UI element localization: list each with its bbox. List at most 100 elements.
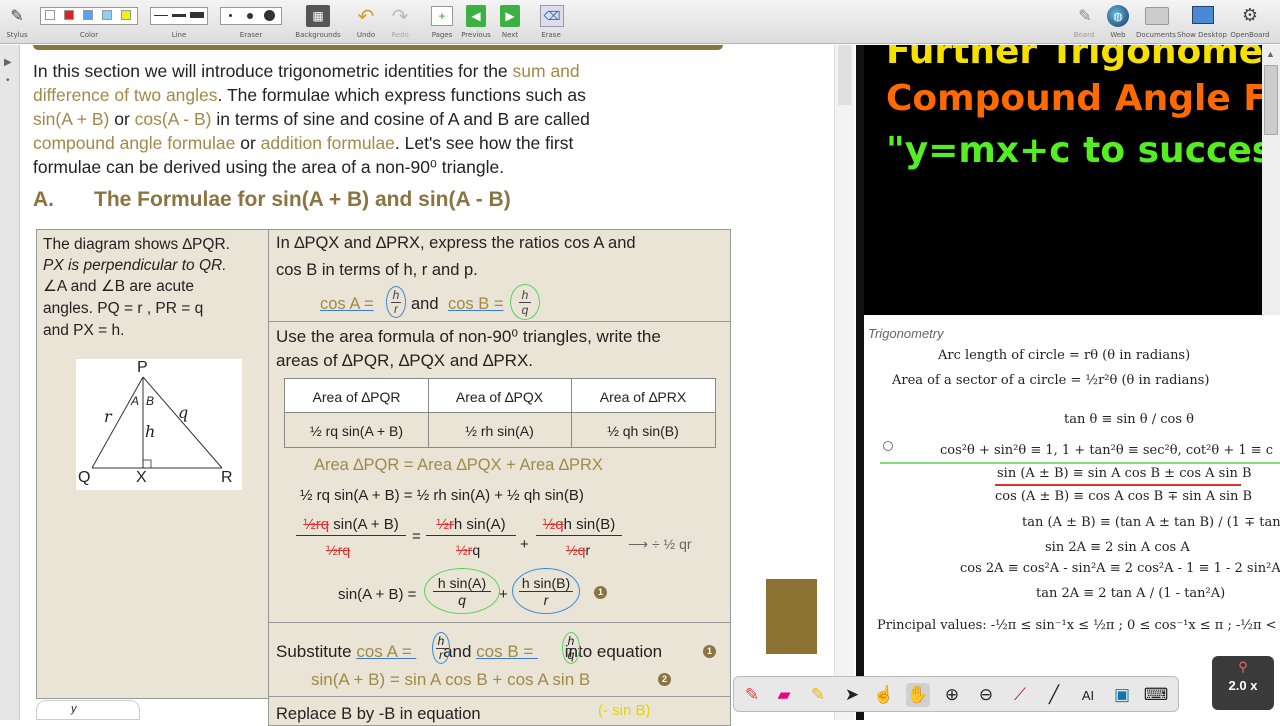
handwritten-minus-sin-b: (- sin B) xyxy=(598,702,651,719)
top-rule xyxy=(33,45,723,50)
line-thick-button[interactable] xyxy=(190,12,204,18)
question-3-line-1: Substitute cos A = and cos B = into equa… xyxy=(276,642,663,661)
zoom-indicator[interactable]: ⚲ 2.0 x xyxy=(1212,656,1274,710)
intro-line-4: compound angle formulae or addition form… xyxy=(33,133,574,153)
line-medium-button[interactable] xyxy=(172,14,186,17)
info-line-4: angles. PQ = r , PR = q xyxy=(43,300,204,317)
q3-frac-h-r: hr xyxy=(432,632,450,664)
intro-line-1: In this section we will introduce trigon… xyxy=(33,61,580,81)
zoom-in-icon[interactable]: ⊕ xyxy=(940,683,964,707)
top-toolbar: ✎ Stylus Color Line Eraser ▦ Backgrounds… xyxy=(0,0,1280,44)
area-table-value-pqr: ½ rq sin(A + B) xyxy=(310,423,403,439)
line-tool-icon[interactable]: ╱ xyxy=(1042,683,1066,707)
zoom-magnifier-icon: ⚲ xyxy=(1238,659,1248,674)
question-2-line-2: areas of ∆PQR, ∆PQX and ∆PRX. xyxy=(276,351,534,370)
capture-icon[interactable]: ▣ xyxy=(1110,683,1134,707)
backgrounds-icon[interactable]: ▦ xyxy=(306,5,330,27)
color-lightblue-swatch[interactable] xyxy=(102,10,112,20)
formula-cos-double: cos 2A ≡ cos²A - sin²A ≡ 2 cos²A - 1 ≡ 1… xyxy=(960,561,1280,576)
next-page-icon[interactable]: ▶ xyxy=(500,5,520,27)
red-underline xyxy=(995,484,1241,486)
answer-cos-a: cos A = xyxy=(320,295,374,313)
expand-arrow-icon[interactable]: ▶ xyxy=(4,57,12,68)
eq4-term-2: h sin(B) r xyxy=(512,568,580,614)
board-icon[interactable]: ✎ xyxy=(1074,5,1096,27)
green-highlight-line xyxy=(880,462,1280,464)
graph-y-label: y xyxy=(71,703,77,715)
question-1-line-2: cos B in terms of h, r and p. xyxy=(276,261,478,279)
laser-pointer-icon[interactable]: ☝ xyxy=(872,683,896,707)
vertex-label-p: P xyxy=(137,359,148,376)
question-2-line-1: Use the area formula of non-90⁰ triangle… xyxy=(276,327,661,346)
q3-den-r: r xyxy=(439,648,443,662)
previous-page-icon[interactable]: ◀ xyxy=(466,5,486,27)
openboard-gear-icon[interactable]: ⚙ xyxy=(1239,4,1261,26)
stylus-label: Stylus xyxy=(6,31,28,39)
answer-and: and xyxy=(411,295,439,313)
eq3-equals: = xyxy=(412,528,421,545)
color-blue-swatch[interactable] xyxy=(83,10,93,20)
angle-label-a: A xyxy=(131,394,140,408)
area-equation-expanded: ½ rq sin(A + B) = ½ rh sin(A) + ½ qh sin… xyxy=(300,487,584,504)
eq3-plus: + xyxy=(520,536,529,553)
slide-scrollbar[interactable]: ▲ xyxy=(1262,45,1280,315)
info-line-1: The diagram shows ∆PQR. xyxy=(43,236,230,253)
scroll-thumb[interactable] xyxy=(838,45,851,105)
hand-pan-icon[interactable]: ✋ xyxy=(906,683,930,707)
side-label-q: q xyxy=(178,403,189,422)
erase-page-icon[interactable]: ⌫ xyxy=(540,5,564,27)
undo-icon[interactable]: ↶ xyxy=(354,4,378,28)
redo-icon[interactable]: ↷ xyxy=(388,4,412,28)
color-white-swatch[interactable] xyxy=(45,10,55,20)
show-desktop-icon[interactable] xyxy=(1192,6,1214,24)
pages-icon[interactable]: + xyxy=(431,6,453,26)
question-1-line-1: In ∆PQX and ∆PRX, express the ratios cos… xyxy=(276,234,636,252)
line-thin-button[interactable] xyxy=(154,15,168,16)
height-label-h: h xyxy=(145,422,156,441)
pointer-arrow-icon[interactable]: ➤ xyxy=(840,683,864,707)
vertex-label-x: X xyxy=(136,469,147,486)
area-table-value-pqx: ½ rh sin(A) xyxy=(465,423,534,439)
compound-sin-result: sin(A + B) = sin A cos B + cos A sin B xyxy=(311,670,591,689)
equation-marker-2: 2 xyxy=(658,673,671,686)
formula-section-title: Trigonometry xyxy=(868,326,944,341)
eraser-pink-icon[interactable]: ▰ xyxy=(772,683,796,707)
eq4-term-1: h sin(A) q xyxy=(424,568,500,614)
slide-scroll-thumb[interactable] xyxy=(1264,65,1278,135)
formula-tan-compound: tan (A ± B) ≡ (tan A ± tan B) / (1 ∓ tan… xyxy=(1022,515,1280,530)
document-scrollbar[interactable] xyxy=(834,45,854,720)
pen-red-icon[interactable]: ✎ xyxy=(740,683,764,707)
page-nav-strip[interactable]: ▶ • xyxy=(0,45,20,720)
slide-title-2: Compound Angle Fo xyxy=(886,78,1280,119)
color-yellow-swatch[interactable] xyxy=(121,10,131,20)
q3-num-h: h xyxy=(436,634,446,649)
stylus-icon[interactable]: ✎ xyxy=(6,4,28,28)
marker-icon[interactable]: ⟋ xyxy=(1008,683,1032,707)
zoom-out-icon[interactable]: ⊖ xyxy=(974,683,998,707)
bottom-graph-preview: y xyxy=(36,700,140,720)
text-tool-icon[interactable]: AI xyxy=(1076,683,1100,707)
formula-sector-area: Area of a sector of a circle = ½r²θ (θ i… xyxy=(892,373,1210,388)
formula-sin-compound: sin (A ± B) ≡ sin A cos B ± cos A sin B xyxy=(997,466,1252,481)
area-equation: Area ∆PQR = Area ∆PQX + Area ∆PRX xyxy=(314,456,603,474)
eq3-frac-2: ½rh sin(A) xyxy=(426,516,516,536)
eraser-large-button[interactable] xyxy=(264,10,275,21)
scroll-up-arrow-icon[interactable]: ▲ xyxy=(1266,49,1275,59)
web-globe-icon[interactable]: ◍ xyxy=(1107,5,1129,27)
keyboard-icon[interactable]: ⌨ xyxy=(1144,683,1169,707)
title-slide: Further Trigonomet Compound Angle Fo "y=… xyxy=(864,45,1280,315)
frac-den-q: q xyxy=(521,303,529,317)
highlighter-icon[interactable]: ✎ xyxy=(806,683,830,707)
eraser-medium-button[interactable] xyxy=(247,13,253,19)
formula-arc-length: Arc length of circle = rθ (θ in radians) xyxy=(938,348,1191,363)
eraser-small-button[interactable] xyxy=(229,14,232,17)
documents-folder-icon[interactable] xyxy=(1145,7,1169,25)
answer-cos-b: cos B = xyxy=(448,295,504,313)
eq3-den-3: ½qr xyxy=(566,542,591,558)
color-red-swatch[interactable] xyxy=(64,10,74,20)
fraction-h-over-r: hr xyxy=(386,286,406,318)
side-label-r: r xyxy=(104,407,112,426)
eq4-plus: + xyxy=(499,586,508,603)
area-table-header-prx: Area of ∆PRX xyxy=(599,389,687,405)
area-table-value-prx: ½ qh sin(B) xyxy=(607,423,679,439)
